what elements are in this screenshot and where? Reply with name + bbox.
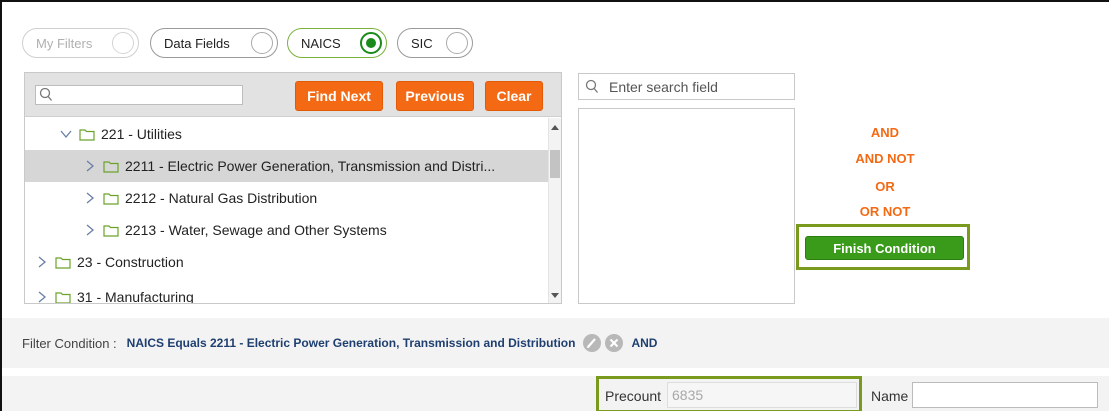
scroll-down-arrow-icon[interactable] [551,293,559,298]
tree-toolbar: Find Next Previous Clear [25,73,561,117]
folder-icon [103,160,119,173]
toggle-my-filters-label: My Filters [36,35,93,51]
chevron-right-icon [38,256,47,268]
tree-row-2213[interactable]: 2213 - Water, Sewage and Other Systems [25,214,549,246]
field-search-box[interactable]: Enter search field [578,73,795,100]
folder-icon [55,256,71,269]
edit-pencil-icon[interactable] [583,334,602,352]
tree-row-label: 221 - Utilities [101,126,182,142]
radio-icon [446,32,468,54]
chevron-right-icon [86,192,95,204]
toggle-sic-label: SIC [411,35,433,51]
folder-icon [103,224,119,237]
toggle-data-fields[interactable]: Data Fields [150,28,278,58]
toggle-naics-label: NAICS [301,35,341,51]
clear-button[interactable]: Clear [485,81,543,111]
filter-condition-joiner: AND [631,336,658,350]
filter-condition-bar: Filter Condition : NAICS Equals 2211 - E… [2,318,1109,368]
tree-row-label: 23 - Construction [77,254,184,270]
previous-button[interactable]: Previous [396,81,474,111]
radio-checked-icon [360,32,382,54]
tree-row-label: 31 - Manufacturing [77,289,194,304]
field-list-box[interactable] [578,108,795,304]
remove-x-icon[interactable] [605,334,624,352]
folder-icon [79,128,95,141]
tree-row-31[interactable]: 31 - Manufacturing [25,281,549,304]
and-operator-link[interactable]: AND [825,125,945,140]
tree-row-label: 2212 - Natural Gas Distribution [125,190,318,206]
folder-icon [103,192,119,205]
tree-row-221[interactable]: 221 - Utilities [25,118,549,150]
search-icon [585,79,599,93]
precount-label: Precount [605,388,662,404]
tree-scrollbar[interactable] [548,118,561,303]
toggle-naics[interactable]: NAICS [287,28,387,58]
filter-condition-label: Filter Condition : [22,335,117,351]
and-not-operator-link[interactable]: AND NOT [825,151,945,166]
find-next-button[interactable]: Find Next [295,81,383,111]
or-not-operator-link[interactable]: OR NOT [825,204,945,219]
name-label: Name [871,388,909,404]
scroll-up-arrow-icon[interactable] [551,125,559,130]
chevron-right-icon [86,224,95,236]
precount-value: 6835 [667,382,857,408]
toggle-data-fields-label: Data Fields [164,35,230,51]
radio-icon [251,32,273,54]
tree-row-23[interactable]: 23 - Construction [25,246,549,278]
chevron-down-icon [60,130,72,139]
folder-icon [55,291,71,303]
tree-row-label: 2213 - Water, Sewage and Other Systems [125,222,387,238]
field-search-placeholder: Enter search field [609,78,718,95]
radio-icon [112,32,134,54]
tree-row-2212[interactable]: 2212 - Natural Gas Distribution [25,182,549,214]
toggle-my-filters[interactable]: My Filters [22,28,139,58]
naics-tree-panel: Find Next Previous Clear 221 - Utilities… [24,72,562,304]
chevron-right-icon [38,291,47,303]
scroll-thumb[interactable] [550,150,560,178]
chevron-right-icon [86,160,95,172]
search-icon [39,87,53,101]
tree-search-input[interactable] [35,85,243,105]
toggle-sic[interactable]: SIC [397,28,473,58]
finish-condition-button[interactable]: Finish Condition [805,236,964,260]
or-operator-link[interactable]: OR [825,179,945,194]
name-input[interactable] [912,382,1098,408]
tree-row-label: 2211 - Electric Power Generation, Transm… [125,158,496,174]
tree-row-2211[interactable]: 2211 - Electric Power Generation, Transm… [25,150,549,182]
filter-condition-text: NAICS Equals 2211 - Electric Power Gener… [126,336,576,350]
